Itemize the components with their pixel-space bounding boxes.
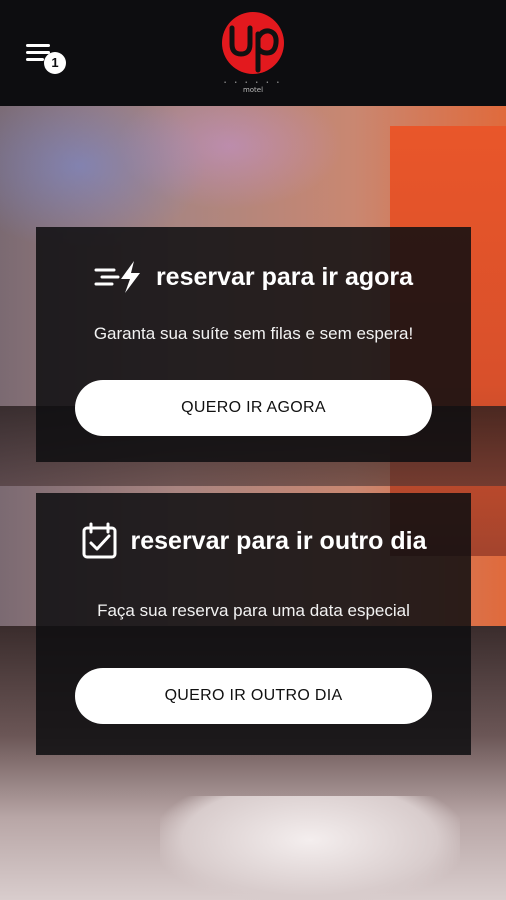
menu-button[interactable]: 1 <box>22 40 70 74</box>
card-title: reservar para ir agora <box>155 262 414 291</box>
calendar-check-icon <box>81 522 119 560</box>
menu-icon-line <box>26 51 50 54</box>
card-subtitle: Garanta sua suíte sem filas e sem espera… <box>93 324 414 343</box>
go-now-button[interactable]: QUERO IR AGORA <box>75 380 432 436</box>
notification-badge: 1 <box>44 52 66 74</box>
menu-icon-line <box>26 58 44 61</box>
card-title: reservar para ir outro dia <box>130 526 427 555</box>
card-subtitle: Faça sua reserva para uma data especial <box>97 601 410 620</box>
brand-logo[interactable]: • • • • • • motel <box>222 12 284 94</box>
reserve-now-card: reservar para ir agora Garanta sua suíte… <box>36 227 471 462</box>
fast-lightning-icon <box>94 259 144 295</box>
menu-icon-line <box>26 44 50 47</box>
logo-mark: • • • • • • motel <box>224 25 279 94</box>
logo-subtext: motel <box>243 86 263 94</box>
top-bar: 1 • • • • • • motel <box>0 0 506 106</box>
go-other-day-button[interactable]: QUERO IR OUTRO DIA <box>75 668 432 724</box>
reserve-other-day-card: reservar para ir outro dia Faça sua rese… <box>36 493 471 755</box>
